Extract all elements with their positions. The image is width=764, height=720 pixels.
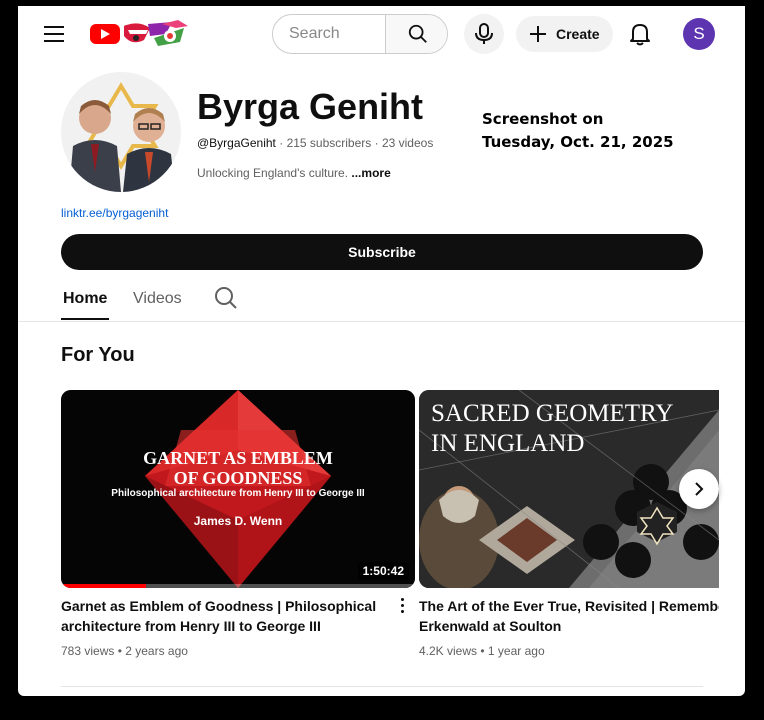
notifications-button[interactable] bbox=[622, 16, 658, 52]
menu-icon[interactable] bbox=[44, 26, 64, 42]
separator: • bbox=[114, 644, 126, 658]
video-duration: 1:50:42 bbox=[357, 562, 409, 580]
thumbnail-title-2: IN ENGLAND bbox=[431, 430, 585, 457]
thumbnail-title-1: GARNET AS EMBLEM bbox=[143, 448, 333, 468]
section-title: For You bbox=[61, 344, 135, 366]
channel-stats: @ByrgaGeniht · 215 subscribers · 23 vide… bbox=[197, 136, 433, 150]
subscribe-button[interactable]: Subscribe bbox=[61, 234, 703, 270]
thumbnail-title-1: SACRED GEOMETRY bbox=[431, 400, 674, 427]
search-icon bbox=[408, 24, 427, 43]
separator: · bbox=[275, 136, 287, 150]
search-bar bbox=[272, 14, 448, 54]
account-avatar[interactable]: S bbox=[683, 18, 715, 50]
tab-home[interactable]: Home bbox=[63, 290, 107, 308]
video-title-line: The Art of the Ever True, Revisited | Re… bbox=[419, 598, 719, 614]
watch-progress-fill bbox=[61, 584, 146, 588]
separator: · bbox=[371, 136, 382, 150]
carousel-next-button[interactable] bbox=[679, 469, 719, 509]
youtube-logo[interactable] bbox=[88, 18, 192, 50]
search-input[interactable] bbox=[273, 15, 385, 53]
separator: • bbox=[477, 644, 488, 658]
description-text: Unlocking England's culture. bbox=[197, 166, 352, 180]
video-thumbnail[interactable]: GARNET AS EMBLEM OF GOODNESS Philosophic… bbox=[61, 390, 415, 588]
more-actions-icon[interactable] bbox=[398, 598, 406, 616]
microphone-icon bbox=[475, 23, 493, 44]
video-title[interactable]: Garnet as Emblem of Goodness | Philosoph… bbox=[61, 596, 391, 636]
view-count: 4.2K views bbox=[419, 644, 478, 658]
chevron-right-icon bbox=[695, 482, 704, 496]
video-count: 23 videos bbox=[381, 136, 434, 150]
screenshot-annotation: Screenshot on Tuesday, Oct. 21, 2025 bbox=[482, 108, 674, 154]
channel-search-icon[interactable] bbox=[214, 286, 238, 310]
channel-link[interactable]: linktr.ee/byrgageniht bbox=[61, 206, 168, 220]
channel-avatar bbox=[61, 72, 181, 192]
video-title-line: architecture from Henry III to George II… bbox=[61, 618, 321, 634]
thumbnail-title-2: OF GOODNESS bbox=[173, 468, 303, 488]
video-meta: 4.2K views • 1 year ago bbox=[419, 644, 719, 658]
voice-search-button[interactable] bbox=[464, 14, 504, 54]
thumbnail-author: James D. Wenn bbox=[193, 514, 283, 528]
watch-progress-bar bbox=[61, 584, 415, 588]
channel-tabs: Home Videos bbox=[18, 276, 745, 322]
search-button[interactable] bbox=[385, 15, 447, 53]
upload-age: 1 year ago bbox=[487, 644, 545, 658]
masthead: Create S bbox=[18, 6, 745, 62]
bell-icon bbox=[630, 24, 650, 46]
video-card: GARNET AS EMBLEM OF GOODNESS Philosophic… bbox=[61, 390, 415, 658]
video-title-line: Garnet as Emblem of Goodness | Philosoph… bbox=[61, 598, 377, 614]
channel-name: Byrga Geniht bbox=[197, 86, 424, 127]
annotation-line-1: Screenshot on bbox=[482, 110, 604, 128]
active-tab-indicator bbox=[61, 318, 109, 320]
video-title[interactable]: The Art of the Ever True, Revisited | Re… bbox=[419, 596, 719, 636]
browser-page: Create S Byrga Geniht @ByrgaGeniht · 215… bbox=[18, 6, 745, 696]
thumbnail-subtitle: Philosophical architecture from Henry II… bbox=[111, 488, 365, 499]
subscriber-count: 215 subscribers bbox=[286, 136, 372, 150]
channel-description[interactable]: Unlocking England's culture. ...more bbox=[197, 166, 391, 180]
video-title-line: Erkenwald at Soulton bbox=[419, 618, 562, 634]
annotation-line-2: Tuesday, Oct. 21, 2025 bbox=[482, 133, 674, 151]
divider bbox=[61, 686, 703, 687]
video-meta: 783 views • 2 years ago bbox=[61, 644, 415, 658]
upload-age: 2 years ago bbox=[125, 644, 188, 658]
create-label: Create bbox=[556, 26, 600, 42]
video-thumbnail[interactable]: SACRED GEOMETRY IN ENGLAND bbox=[419, 390, 719, 588]
plus-icon bbox=[530, 26, 546, 42]
video-card: SACRED GEOMETRY IN ENGLAND The Art of th… bbox=[419, 390, 719, 658]
create-button[interactable]: Create bbox=[516, 16, 613, 52]
view-count: 783 views bbox=[61, 644, 115, 658]
tab-videos[interactable]: Videos bbox=[133, 290, 182, 308]
more-link[interactable]: ...more bbox=[351, 166, 390, 180]
channel-handle: @ByrgaGeniht bbox=[197, 136, 276, 150]
